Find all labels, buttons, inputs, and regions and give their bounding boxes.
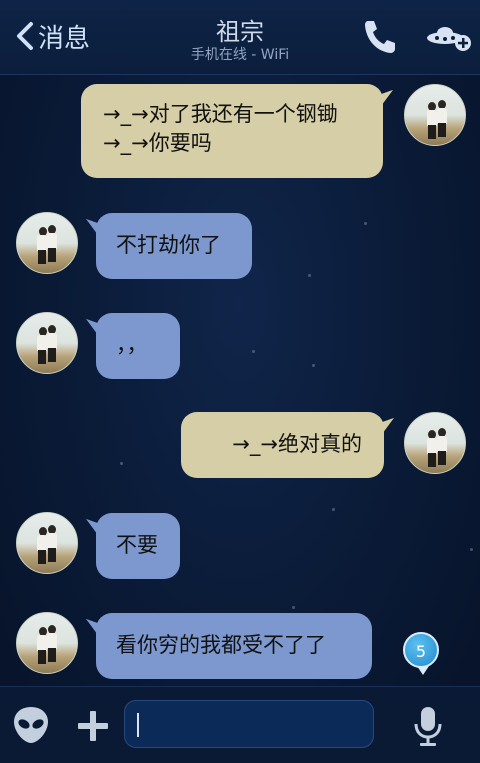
contact-avatar[interactable]: [16, 212, 78, 274]
background-star: [332, 508, 335, 511]
contact-avatar[interactable]: [16, 312, 78, 374]
message-text: →_→对了我还有一个钢锄→_→你要吗: [103, 102, 338, 155]
background-star: [292, 606, 295, 609]
contact-name: 祖宗: [216, 18, 264, 46]
background-star: [120, 462, 123, 465]
message-text: 看你穷的我都受不了了: [116, 633, 326, 657]
message-text: →_→绝对真的: [232, 432, 362, 456]
unread-count-badge[interactable]: 5: [403, 632, 439, 675]
message-bubble-incoming[interactable]: ，，: [96, 313, 180, 379]
message-bubble-incoming[interactable]: 不打劫你了: [96, 213, 252, 279]
message-text: 不打劫你了: [116, 233, 221, 257]
contact-avatar[interactable]: [16, 512, 78, 574]
background-star: [252, 350, 255, 353]
contact-avatar[interactable]: [16, 612, 78, 674]
phone-icon[interactable]: [362, 18, 396, 54]
text-caret: [137, 713, 139, 737]
ufo-add-icon[interactable]: [426, 22, 472, 52]
message-text: 不要: [116, 533, 158, 557]
alien-icon[interactable]: [12, 705, 50, 745]
plus-icon[interactable]: [76, 709, 110, 743]
message-input[interactable]: [124, 700, 374, 748]
background-star: [470, 548, 473, 551]
message-text: ，，: [116, 333, 148, 357]
self-avatar[interactable]: [404, 84, 466, 146]
message-bubble-incoming[interactable]: 看你穷的我都受不了了: [96, 613, 372, 679]
message-bubble-incoming[interactable]: 不要: [96, 513, 180, 579]
input-bar: [0, 686, 480, 763]
background-star: [308, 274, 311, 277]
message-bubble-outgoing[interactable]: →_→对了我还有一个钢锄→_→你要吗: [81, 84, 383, 178]
background-star: [312, 364, 315, 367]
online-status: 手机在线 - WiFi: [190, 47, 290, 63]
background-star: [364, 222, 367, 225]
self-avatar[interactable]: [404, 412, 466, 474]
microphone-icon[interactable]: [412, 705, 444, 747]
message-bubble-outgoing[interactable]: →_→绝对真的: [181, 412, 384, 478]
chat-header: 消息 祖宗 手机在线 - WiFi: [0, 0, 480, 75]
